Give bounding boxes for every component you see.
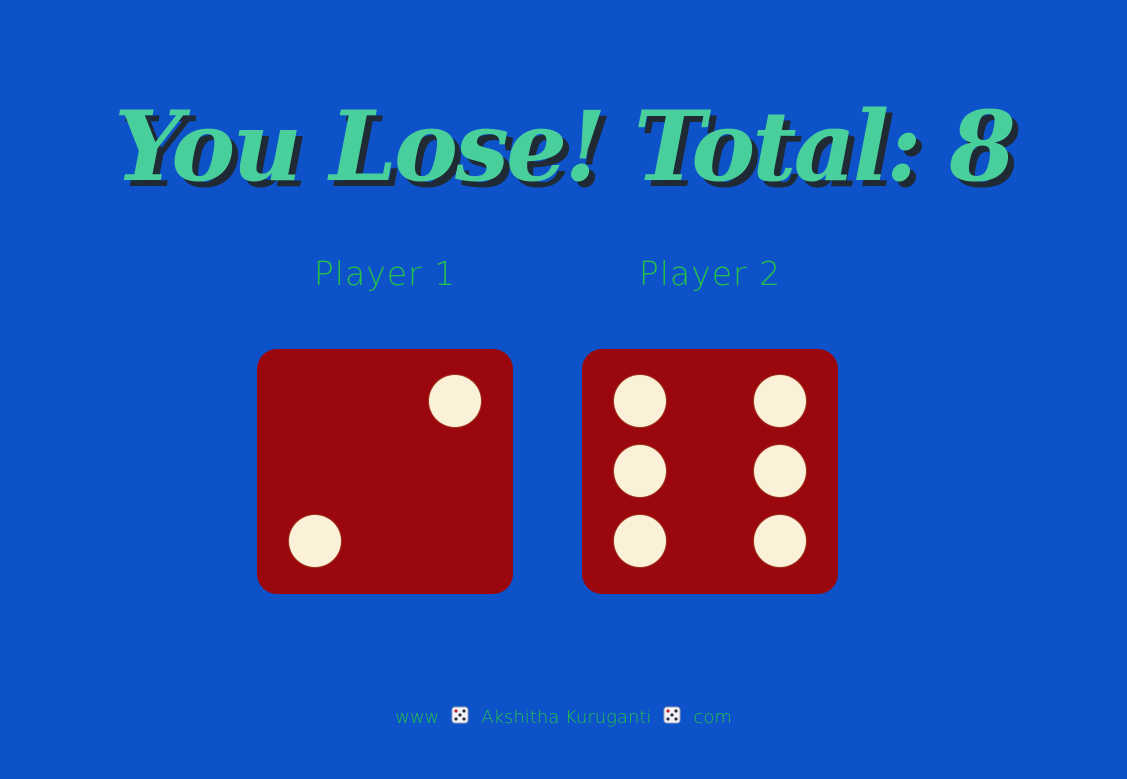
footer-suffix: com [693,706,732,728]
die-pip [289,515,341,567]
result-headline: You Lose! Total: 8 [114,90,1016,204]
footer-author-name: Akshitha Kuruganti [481,706,652,728]
die-pip [754,515,806,567]
footer-prefix: www [395,706,440,728]
die-pip [614,515,666,567]
game-die-icon [663,706,681,724]
die-pip [429,375,481,427]
die-pip [754,375,806,427]
player-2-label: Player 2 [638,254,782,293]
die-pip [614,445,666,497]
footer-credit: www Akshitha Kuruganti com [0,700,1127,734]
die-pip [614,375,666,427]
player-2-die [582,349,838,594]
player-1-die [257,349,513,594]
player-1-label: Player 1 [313,254,457,293]
die-pip [754,445,806,497]
game-die-icon [451,706,469,724]
